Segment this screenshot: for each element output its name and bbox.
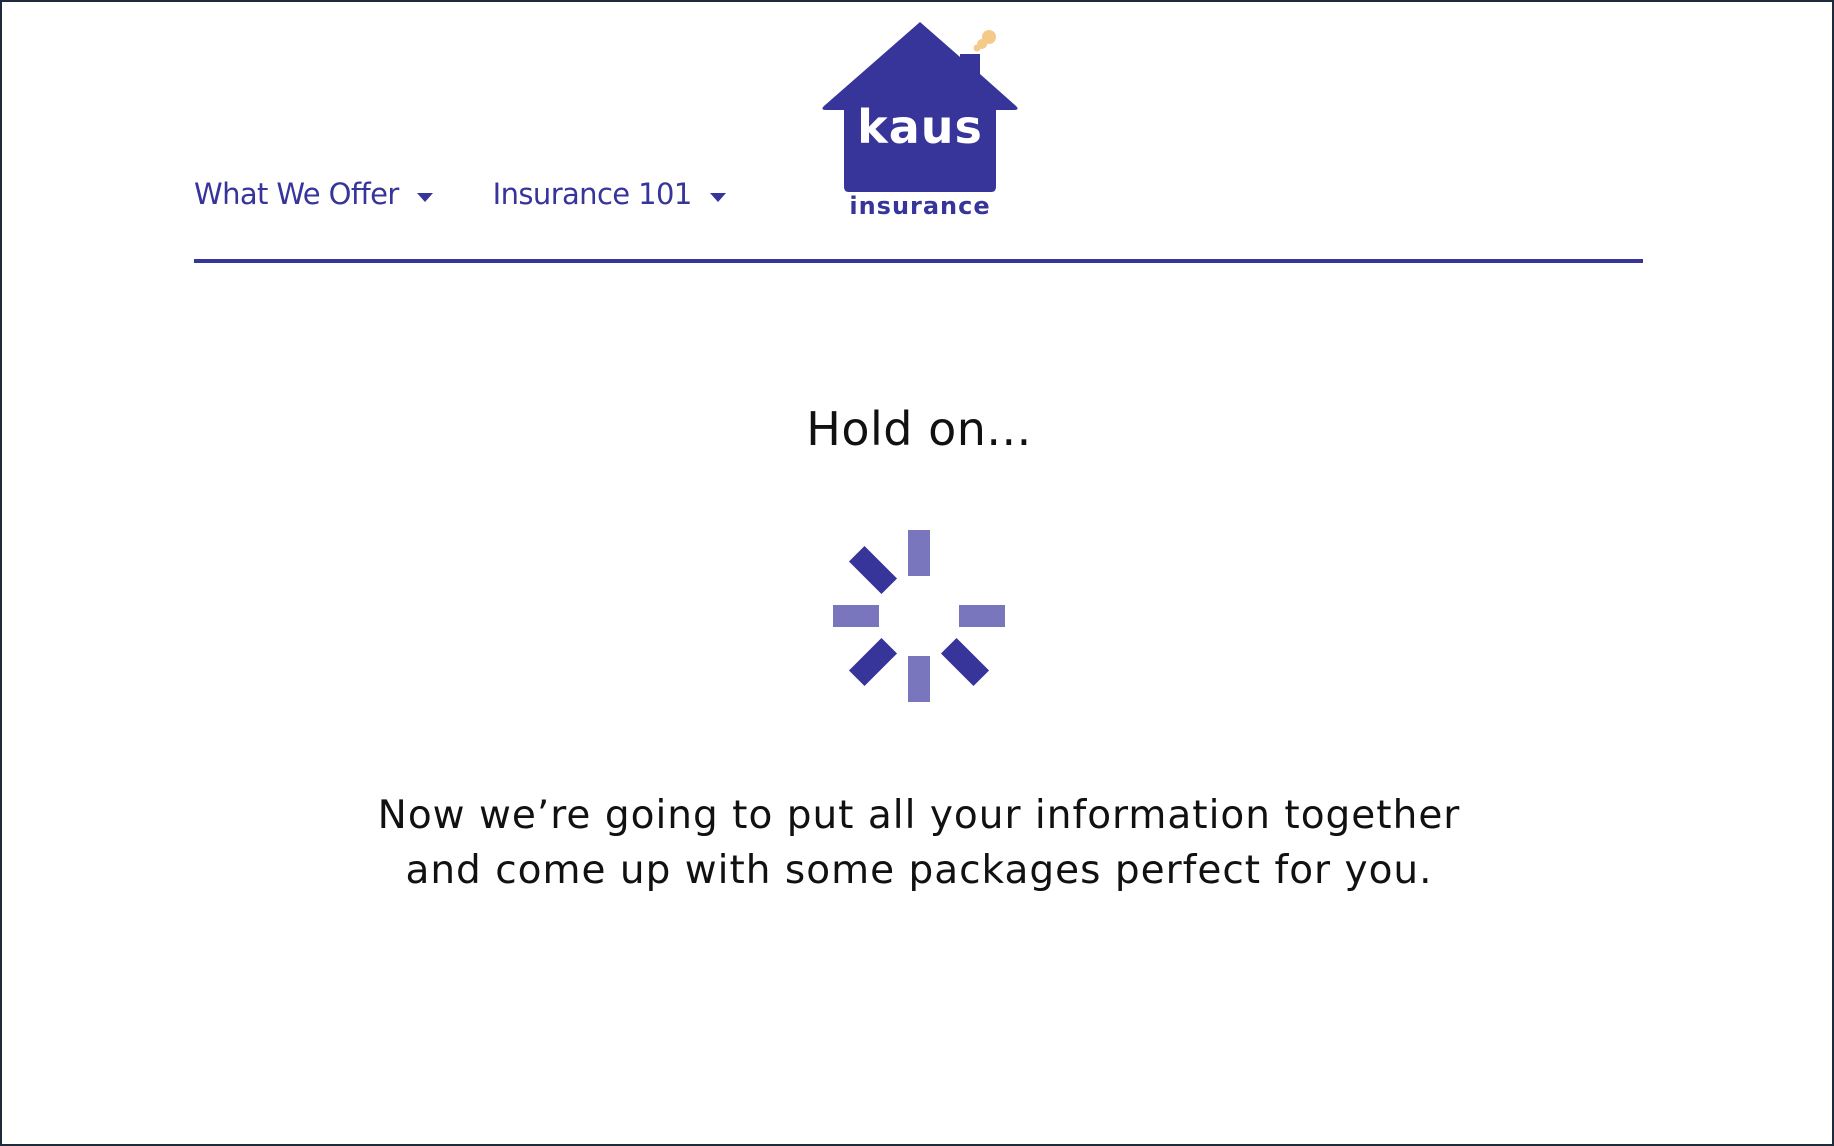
loading-heading: Hold on... [806,402,1032,456]
loading-message: Now we’re going to put all your informat… [2,788,1834,898]
loading-message-line: and come up with some packages perfect f… [405,848,1433,893]
caret-down-icon [709,192,726,202]
kaus-insurance-logo[interactable]: kaus insurance [820,20,1020,225]
nav-item-what-we-offer[interactable]: What We Offer [194,177,433,211]
logo-wordmark: kaus [857,100,983,154]
logo-subtitle: insurance [849,192,991,220]
nav-item-insurance-101[interactable]: Insurance 101 [493,177,726,211]
caret-down-icon [416,192,433,202]
loading-spinner-icon [833,530,1005,702]
nav-item-label: What We Offer [194,177,399,211]
loading-message-line: Now we’re going to put all your informat… [377,793,1461,838]
nav-item-label: Insurance 101 [492,177,693,211]
page-frame: What We Offer Insurance 101 kaus insuran… [0,0,1834,1146]
header-divider [194,259,1643,263]
main-nav: What We Offer Insurance 101 [194,174,726,214]
